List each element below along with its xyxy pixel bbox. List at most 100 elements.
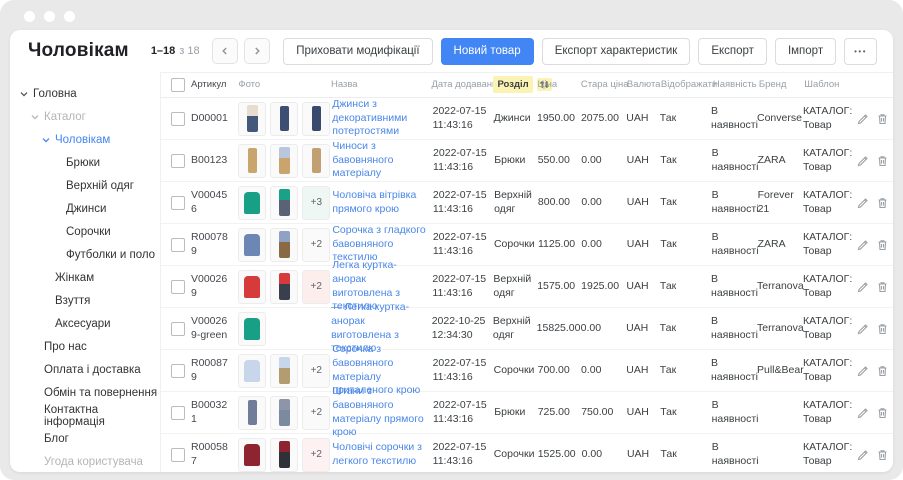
sidebar-item-аксесуари[interactable]: Аксесуари xyxy=(10,312,160,335)
row-checkbox[interactable] xyxy=(171,322,185,336)
sidebar-item-контактна-інформація[interactable]: Контактна інформація xyxy=(10,404,160,427)
sidebar-item-чоловікам[interactable]: Чоловікам xyxy=(10,128,160,151)
product-name-link[interactable]: Чоловіча вітрівка прямого крою xyxy=(332,189,416,215)
row-checkbox[interactable] xyxy=(171,364,185,378)
row-checkbox[interactable] xyxy=(171,196,185,210)
actions-cell xyxy=(857,281,893,293)
sidebar-item-жінкам[interactable]: Жінкам xyxy=(10,266,160,289)
delete-button[interactable] xyxy=(877,239,888,251)
sidebar-item-обмін-та-повернення[interactable]: Обмін та повернення xyxy=(10,381,160,404)
garment-image xyxy=(312,106,321,131)
column-header-section[interactable]: Розділ xyxy=(493,78,537,91)
delete-button[interactable] xyxy=(877,281,888,293)
edit-button[interactable] xyxy=(857,449,869,461)
product-photo-thumbnail[interactable]: +2 xyxy=(302,354,330,388)
edit-button[interactable] xyxy=(857,155,869,167)
hide-modifications-button[interactable]: Приховати модифікації xyxy=(283,38,432,65)
delete-button[interactable] xyxy=(877,197,888,209)
edit-button[interactable] xyxy=(857,407,869,419)
column-header-photo: Фото xyxy=(238,79,331,91)
template-cell: КАТАЛОГ: Товар xyxy=(803,147,857,174)
product-photo-thumbnail[interactable] xyxy=(270,186,298,220)
product-photo-thumbnail[interactable]: +2 xyxy=(302,438,330,472)
edit-button[interactable] xyxy=(857,323,869,335)
edit-button[interactable] xyxy=(857,239,869,251)
product-photo-thumbnail[interactable] xyxy=(302,144,330,178)
product-photo-thumbnail[interactable] xyxy=(270,438,298,472)
row-checkbox[interactable] xyxy=(171,238,185,252)
delete-button[interactable] xyxy=(877,155,888,167)
row-checkbox[interactable] xyxy=(171,280,185,294)
select-all-checkbox[interactable] xyxy=(171,78,185,92)
product-photo-thumbnail[interactable]: +3 xyxy=(302,186,330,220)
section-cell: Джинси xyxy=(494,112,537,126)
next-page-button[interactable] xyxy=(244,38,270,64)
product-name-link[interactable]: Чиноси з бавовняного матеріалу xyxy=(332,140,393,179)
product-name-link[interactable]: Чоловічі сорочки з легкого текстилю xyxy=(332,441,422,467)
sidebar-item-взуття[interactable]: Взуття xyxy=(10,289,160,312)
product-photo-thumbnail[interactable] xyxy=(238,438,266,472)
sidebar-item-label: Брюки xyxy=(66,157,100,169)
product-photo-thumbnail[interactable] xyxy=(270,396,298,430)
sidebar-item-брюки[interactable]: Брюки xyxy=(10,151,160,174)
price-cell: 1525.00 xyxy=(538,448,582,462)
import-button[interactable]: Імпорт xyxy=(775,38,836,65)
sidebar-item-каталог[interactable]: Каталог xyxy=(10,105,160,128)
more-actions-button[interactable]: ••• xyxy=(844,38,877,65)
sidebar-item-верхній-одяг[interactable]: Верхній одяг xyxy=(10,174,160,197)
product-photo-thumbnail[interactable] xyxy=(238,186,266,220)
edit-button[interactable] xyxy=(857,113,869,125)
pencil-icon xyxy=(857,197,869,209)
product-photo-thumbnail[interactable]: +2 xyxy=(302,396,330,430)
product-photo-thumbnail[interactable] xyxy=(270,102,298,136)
sidebar-item-джинси[interactable]: Джинси xyxy=(10,197,160,220)
delete-button[interactable] xyxy=(877,323,888,335)
sidebar-item-футболки-и-поло[interactable]: Футболки и поло xyxy=(10,243,160,266)
product-photo-thumbnail[interactable] xyxy=(270,144,298,178)
sidebar-item-блог[interactable]: Блог xyxy=(10,427,160,450)
delete-button[interactable] xyxy=(877,407,888,419)
edit-button[interactable] xyxy=(857,365,869,377)
product-photo-thumbnail[interactable]: +2 xyxy=(302,270,330,304)
template-cell: КАТАЛОГ: Товар xyxy=(803,441,857,468)
product-photo-thumbnail[interactable] xyxy=(270,354,298,388)
product-photo-thumbnail[interactable] xyxy=(238,144,266,178)
sidebar-item-сорочки[interactable]: Сорочки xyxy=(10,220,160,243)
prev-page-button[interactable] xyxy=(212,38,238,64)
price-cell: 15825.00 xyxy=(537,322,581,336)
product-photo-thumbnail[interactable] xyxy=(238,396,266,430)
product-photo-thumbnail[interactable] xyxy=(270,270,298,304)
edit-button[interactable] xyxy=(857,197,869,209)
product-name-link[interactable]: Сорочка з гладкого бавовняного текстилю xyxy=(332,224,425,263)
sidebar-item-угода-користувача[interactable]: Угода користувача xyxy=(10,450,160,472)
export-button[interactable]: Експорт xyxy=(698,38,767,65)
product-photo-thumbnail[interactable] xyxy=(302,102,330,136)
delete-button[interactable] xyxy=(877,365,888,377)
product-photo-thumbnail[interactable] xyxy=(238,312,266,346)
row-checkbox[interactable] xyxy=(171,112,185,126)
sidebar-item-про-нас[interactable]: Про нас xyxy=(10,335,160,358)
edit-button[interactable] xyxy=(857,281,869,293)
product-photo-thumbnail[interactable] xyxy=(270,228,298,262)
window-dot xyxy=(24,11,35,22)
sidebar-item-оплата-і-доставка[interactable]: Оплата і доставка xyxy=(10,358,160,381)
name-cell: Штани з бавовняного матеріалу прямого кр… xyxy=(332,385,433,440)
product-photo-thumbnail[interactable] xyxy=(238,102,266,136)
export-characteristics-button[interactable]: Експорт характеристик xyxy=(542,38,691,65)
row-checkbox[interactable] xyxy=(171,406,185,420)
column-header-checkbox[interactable] xyxy=(161,78,191,92)
product-name-link[interactable]: Штани з бавовняного матеріалу прямого кр… xyxy=(332,385,423,438)
delete-button[interactable] xyxy=(877,449,888,461)
row-checkbox[interactable] xyxy=(171,448,185,462)
new-product-button[interactable]: Новий товар xyxy=(441,38,534,65)
product-name-link[interactable]: Джинси з декоративними потертостями xyxy=(332,98,407,137)
product-photo-thumbnail[interactable] xyxy=(238,228,266,262)
product-photo-thumbnail[interactable]: +2 xyxy=(302,228,330,262)
garment-image xyxy=(279,441,290,468)
sidebar-item-головна[interactable]: Головна xyxy=(10,82,160,105)
delete-button[interactable] xyxy=(877,113,888,125)
product-photo-thumbnail[interactable] xyxy=(238,270,266,304)
row-checkbox[interactable] xyxy=(171,154,185,168)
section-cell: Сорочки xyxy=(494,448,538,462)
product-photo-thumbnail[interactable] xyxy=(238,354,266,388)
